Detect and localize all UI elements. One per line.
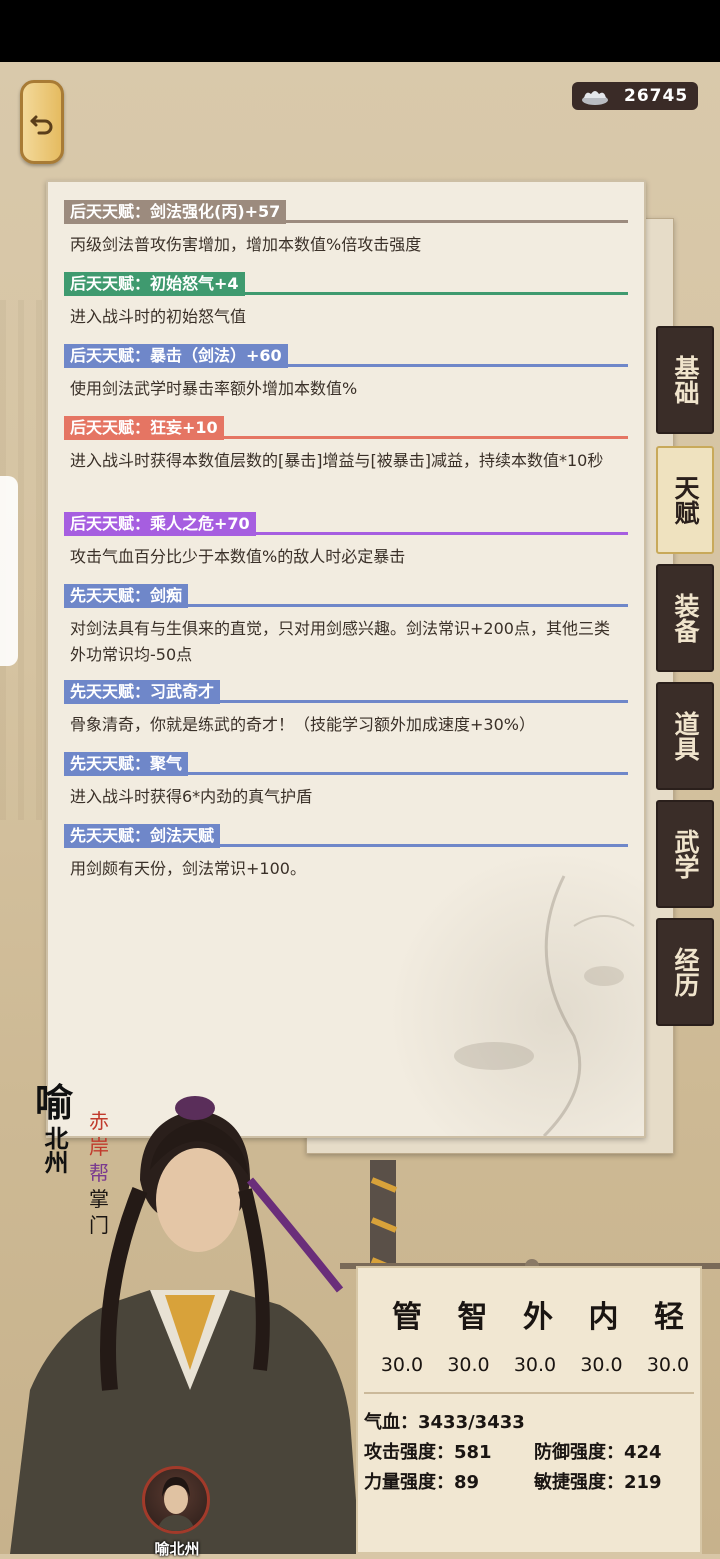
- avatar-name: 喻北州: [154, 1540, 200, 1558]
- attribute-headers: 管 智 外 内 轻: [382, 1292, 694, 1336]
- tab-label: 经历: [671, 947, 700, 997]
- talent-rule: [64, 436, 628, 439]
- character-avatar[interactable]: [142, 1466, 210, 1534]
- attr-head: 外: [523, 1300, 553, 1335]
- talent-entry: 先天天赋：习武奇才 骨象清奇，你就是练武的奇才！（技能学习额外加成速度+30%）: [64, 680, 628, 738]
- attr-value: 30.0: [447, 1354, 490, 1376]
- talent-desc: 进入战斗时获得6*内劲的真气护盾: [70, 787, 313, 806]
- talent-entry: 先天天赋：剑法天赋 用剑颇有天份，剑法常识+100。: [64, 824, 628, 882]
- talent-rule: [64, 844, 628, 847]
- tab-talent[interactable]: 天赋: [656, 446, 714, 554]
- agility-stat: 敏捷强度：219: [534, 1472, 662, 1493]
- talent-rule: [64, 292, 628, 295]
- talent-rule: [64, 364, 628, 367]
- character-name: 喻 北州: [34, 1080, 74, 1174]
- attr-value: 30.0: [646, 1354, 690, 1376]
- tab-martial-arts[interactable]: 武学: [656, 800, 714, 908]
- talent-entry: 后天天赋：剑法强化(丙)+57 丙级剑法普攻伤害增加，增加本数值%倍攻击强度: [64, 200, 628, 258]
- talent-desc: 对剑法具有与生俱来的直觉，只对用剑感兴趣。剑法常识+200点，其他三类外功常识均…: [70, 619, 610, 664]
- character-surname: 喻: [34, 1080, 73, 1125]
- tab-label: 武学: [671, 829, 700, 879]
- attr-value: 30.0: [380, 1354, 424, 1376]
- attr-value: 30.0: [580, 1354, 623, 1376]
- status-bar: [0, 0, 720, 62]
- sect-char: 赤: [89, 1109, 109, 1133]
- talent-desc: 用剑颇有天份，剑法常识+100。: [70, 859, 306, 878]
- tab-equipment[interactable]: 装备: [656, 564, 714, 672]
- talent-rule: [64, 220, 628, 223]
- character-given-name: 北州: [39, 1126, 69, 1174]
- talent-entry: 后天天赋：暴击（剑法）+60 使用剑法武学时暴击率额外增加本数值%: [64, 344, 628, 402]
- silver-ingot-icon: [582, 91, 608, 105]
- talent-entry: 后天天赋：狂妄+10 进入战斗时获得本数值层数的[暴击]增益与[被暴击]减益，持…: [64, 416, 628, 474]
- sect-char: 帮: [89, 1161, 109, 1185]
- stats-panel: 管 智 外 内 轻 30.0 30.0 30.0 30.0 30.0 气血：34…: [356, 1266, 702, 1554]
- talent-entry: 后天天赋：乘人之危+70 攻击气血百分比少于本数值%的敌人时必定暴击: [64, 512, 628, 570]
- sect-char: 掌: [89, 1187, 109, 1211]
- avatar-face-icon: [157, 1477, 195, 1531]
- edge-handle[interactable]: [0, 476, 18, 666]
- attribute-values: 30.0 30.0 30.0 30.0 30.0: [372, 1354, 698, 1376]
- attr-head: 智: [457, 1300, 488, 1335]
- talent-desc: 骨象清奇，你就是练武的奇才！（技能学习额外加成速度+30%）: [70, 715, 535, 734]
- talent-desc: 攻击气血百分比少于本数值%的敌人时必定暴击: [70, 547, 406, 566]
- talent-desc: 进入战斗时的初始怒气值: [70, 307, 247, 326]
- sect-char: 岸: [89, 1135, 109, 1159]
- talent-rule: [64, 700, 628, 703]
- defense-stat: 防御强度：424: [534, 1442, 662, 1463]
- tab-label: 道具: [671, 711, 700, 761]
- talent-desc: 使用剑法武学时暴击率额外增加本数值%: [70, 379, 358, 398]
- attr-head: 内: [588, 1300, 619, 1335]
- talent-rule: [64, 532, 628, 535]
- strength-stat: 力量强度：89: [364, 1472, 480, 1493]
- currency-value: 26745: [624, 86, 689, 106]
- talent-entry: 先天天赋：聚气 进入战斗时获得6*内劲的真气护盾: [64, 752, 628, 810]
- tab-history[interactable]: 经历: [656, 918, 714, 1026]
- sect-char: 门: [89, 1213, 109, 1237]
- back-arrow-icon: [30, 115, 53, 135]
- tab-label: 装备: [671, 593, 700, 643]
- given-name-text: 北州: [40, 1126, 69, 1174]
- talent-rule: [64, 772, 628, 775]
- stats-divider: [364, 1392, 694, 1394]
- attack-stat: 攻击强度：581: [364, 1442, 492, 1463]
- talent-panel: 后天天赋：剑法强化(丙)+57 丙级剑法普攻伤害增加，增加本数值%倍攻击强度 后…: [46, 180, 646, 1138]
- talent-rule: [64, 604, 628, 607]
- character-sect: 赤 岸 帮 掌 门: [86, 1108, 112, 1238]
- talent-desc: 丙级剑法普攻伤害增加，增加本数值%倍攻击强度: [70, 235, 422, 254]
- attr-value: 30.0: [513, 1354, 557, 1376]
- hp-stat: 气血：3433/3433: [364, 1412, 525, 1433]
- talent-desc: 进入战斗时获得本数值层数的[暴击]增益与[被暴击]减益，持续本数值*10秒: [70, 451, 604, 470]
- tab-items[interactable]: 道具: [656, 682, 714, 790]
- talent-entry: 后天天赋：初始怒气+4 进入战斗时的初始怒气值: [64, 272, 628, 330]
- currency-display: 26745: [572, 82, 698, 110]
- tab-label: 基础: [671, 355, 700, 405]
- back-button[interactable]: [20, 80, 64, 164]
- talent-entry: 先天天赋：剑痴 对剑法具有与生俱来的直觉，只对用剑感兴趣。剑法常识+200点，其…: [64, 584, 628, 668]
- attr-head: 轻: [654, 1300, 684, 1335]
- tab-basic[interactable]: 基础: [656, 326, 714, 434]
- tab-label: 天赋: [671, 475, 700, 525]
- attr-head: 管: [392, 1300, 422, 1335]
